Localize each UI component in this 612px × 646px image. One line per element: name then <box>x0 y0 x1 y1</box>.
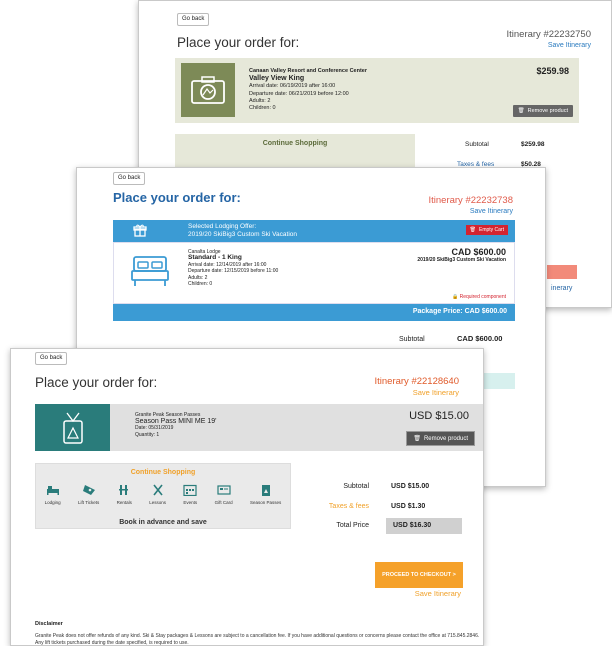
category-label: Season Passes <box>249 500 282 505</box>
shopping-categories: Lodging Lift Tickets Rentals Lessons Eve… <box>36 484 290 505</box>
go-back-button[interactable]: Go back <box>177 13 210 26</box>
total-value: USD $16.30 <box>393 522 432 529</box>
offer-banner: Selected Lodging Offer: 2019/20 SkiBig3 … <box>113 220 515 242</box>
go-back-button[interactable]: Go back <box>35 352 68 365</box>
children-count: Children: 0 <box>249 105 276 112</box>
book-in-advance-text: Book in advance and save <box>119 519 207 526</box>
save-itinerary-bottom-link[interactable]: Save Itinerary <box>415 589 461 598</box>
page-title: Place your order for: <box>35 375 158 390</box>
checkout-button[interactable] <box>547 265 577 279</box>
arrival-date: Arrival date: 06/19/2019 after 16:00 <box>249 83 336 90</box>
ticket-icon <box>82 485 95 495</box>
lock-icon: 🔒 <box>451 294 459 300</box>
room-name: Valley View King <box>249 75 305 83</box>
proceed-to-checkout-button[interactable]: PROCEED TO CHECKOUT > <box>375 562 463 588</box>
resort-name: Canaan Valley Resort and Conference Cent… <box>249 68 367 74</box>
total-label: Total Price <box>336 522 369 529</box>
continue-shopping-panel: Continue Shopping Lodging Lift Tickets R… <box>35 463 291 529</box>
calendar-icon <box>183 484 197 496</box>
category-rentals[interactable]: Rentals <box>117 484 132 505</box>
gift-icon <box>133 223 147 237</box>
category-lessons[interactable]: Lessons <box>149 484 166 505</box>
remove-label: Remove product <box>527 108 568 114</box>
product-details: Granite Peak Season Passes Season Pass M… <box>135 412 216 438</box>
required-label: Required component <box>459 294 506 300</box>
category-label: Gift Card <box>214 500 233 505</box>
product-price: CAD $600.00 <box>451 247 506 257</box>
continue-shopping-title: Continue Shopping <box>262 140 328 147</box>
product-quantity: Quantity: 1 <box>135 431 160 438</box>
category-events[interactable]: Events <box>183 484 197 505</box>
category-lift-tickets[interactable]: Lift Tickets <box>78 484 99 505</box>
subtotal-value: $259.98 <box>521 141 545 148</box>
bed-icon <box>46 486 59 495</box>
children-count: Children: 0 <box>188 281 213 288</box>
subtotal-label: Subtotal <box>399 336 425 343</box>
product-price: $259.98 <box>536 66 569 76</box>
bed-icon <box>130 253 170 289</box>
itinerary-number: Itinerary #22128640 <box>374 376 459 387</box>
taxes-value: USD $1.30 <box>391 503 426 510</box>
offer-name: 2019/20 SkiBig3 Custom Ski Vacation <box>188 231 297 238</box>
save-itinerary-bottom-link[interactable]: inerary <box>551 285 572 292</box>
required-component-note: 🔒 Required component <box>452 294 506 300</box>
remove-product-button[interactable]: 🗑 Remove product <box>406 431 475 446</box>
disclaimer-text: Granite Peak does not offer refunds of a… <box>35 633 480 646</box>
offer-text: Selected Lodging Offer: 2019/20 SkiBig3 … <box>188 223 297 239</box>
category-label: Lift Tickets <box>78 500 100 505</box>
product-row: Canalta Lodge Standard - 1 King Arrival … <box>113 242 515 304</box>
page-title: Place your order for: <box>113 190 241 205</box>
trash-icon: 🗑 <box>413 436 421 442</box>
empty-cart-button[interactable]: 🗑 Empty Cart <box>465 225 508 235</box>
remove-product-button[interactable]: 🗑 Remove product <box>512 105 573 117</box>
adults-count: Adults: 2 <box>249 97 271 104</box>
season-pass-icon <box>261 485 270 496</box>
gift-card-icon <box>217 485 231 495</box>
go-back-button[interactable]: Go back <box>113 172 146 185</box>
category-label: Events <box>183 500 198 505</box>
product-details: Canalta Lodge Standard - 1 King Arrival … <box>188 249 278 287</box>
package-price-bar: Package Price: CAD $600.00 <box>113 304 515 321</box>
trash-icon: 🗑 <box>517 108 525 114</box>
product-name: Season Pass MINI ME 19' <box>135 417 217 425</box>
page-title: Place your order for: <box>177 35 300 50</box>
offer-label: Selected Lodging Offer: <box>188 223 257 230</box>
category-season-passes[interactable]: Season Passes <box>250 484 281 505</box>
trash-icon: 🗑 <box>469 227 476 233</box>
product-price: USD $15.00 <box>409 410 469 422</box>
subtotal-label: Subtotal <box>465 141 489 148</box>
itinerary-number: Itinerary #22232750 <box>506 29 591 40</box>
itinerary-number: Itinerary #22232738 <box>428 195 513 206</box>
continue-shopping-title[interactable]: Continue Shopping <box>36 469 290 476</box>
product-row: Granite Peak Season Passes Season Pass M… <box>35 404 483 451</box>
product-row: Canaan Valley Resort and Conference Cent… <box>175 58 579 123</box>
save-itinerary-link[interactable]: Save Itinerary <box>470 208 513 215</box>
category-label: Lodging <box>44 500 61 505</box>
disclaimer-title: Disclaimer <box>35 621 63 627</box>
camera-icon <box>181 63 235 117</box>
empty-cart-label: Empty Cart <box>478 227 504 233</box>
subtotal-value: USD $15.00 <box>391 483 430 490</box>
category-lodging[interactable]: Lodging <box>45 484 61 505</box>
category-gift-card[interactable]: Gift Card <box>215 484 233 505</box>
subtotal-value: CAD $600.00 <box>457 334 503 343</box>
departure-date: Departure date: 06/21/2019 before 12:00 <box>249 90 349 97</box>
package-name: 2019/20 SkiBig3 Custom Ski Vacation <box>417 257 506 263</box>
ski-boot-icon <box>119 485 129 495</box>
room-name: Standard - 1 King <box>188 254 242 262</box>
taxes-label: Taxes & fees <box>328 503 369 510</box>
product-details: Canaan Valley Resort and Conference Cent… <box>249 68 367 112</box>
departure-date: Departure date: 12/15/2019 before 11:00 <box>188 268 279 275</box>
save-itinerary-link[interactable]: Save Itinerary <box>413 388 459 397</box>
remove-label: Remove product <box>423 435 468 442</box>
skis-icon <box>152 484 163 496</box>
order-card-front: Go back Place your order for: Itinerary … <box>10 348 484 646</box>
ski-pass-icon <box>35 404 110 451</box>
category-label: Rentals <box>116 500 132 505</box>
category-label: Lessons <box>149 500 166 505</box>
subtotal-label: Subtotal <box>343 483 369 490</box>
save-itinerary-link[interactable]: Save Itinerary <box>548 42 591 49</box>
